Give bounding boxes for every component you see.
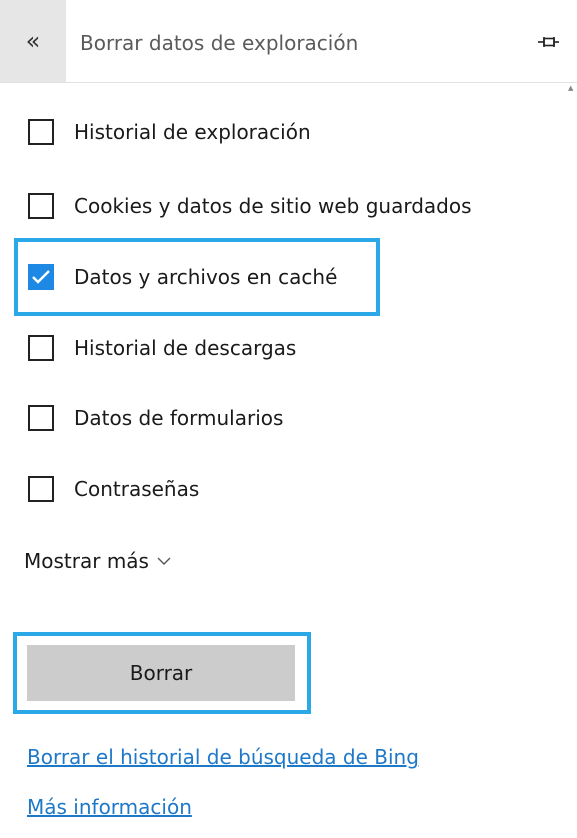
checkbox[interactable]: [28, 405, 54, 431]
more-info-link[interactable]: Más información: [27, 795, 192, 819]
show-more-toggle[interactable]: Mostrar más: [24, 545, 171, 577]
option-download-history[interactable]: Historial de descargas: [28, 332, 548, 364]
show-more-label: Mostrar más: [24, 549, 149, 573]
checkbox[interactable]: [28, 119, 54, 145]
pin-button[interactable]: [532, 28, 566, 56]
option-label: Contraseñas: [74, 477, 200, 501]
option-cached-files[interactable]: Datos y archivos en caché: [28, 261, 548, 293]
double-chevron-left-icon: «: [25, 27, 41, 55]
checkbox[interactable]: [28, 335, 54, 361]
option-cookies[interactable]: Cookies y datos de sitio web guardados: [28, 190, 548, 222]
chevron-down-icon: [157, 557, 171, 565]
back-button[interactable]: «: [0, 0, 66, 82]
checkbox[interactable]: [28, 476, 54, 502]
option-passwords[interactable]: Contraseñas: [28, 473, 548, 505]
panel-header: « Borrar datos de exploración: [0, 0, 577, 83]
option-label: Datos de formularios: [74, 406, 284, 430]
option-browsing-history[interactable]: Historial de exploración: [28, 116, 548, 148]
checkbox[interactable]: [28, 193, 54, 219]
clear-bing-history-link[interactable]: Borrar el historial de búsqueda de Bing: [27, 745, 419, 769]
pin-icon: [538, 37, 559, 47]
option-label: Historial de descargas: [74, 336, 297, 360]
clear-button[interactable]: Borrar: [27, 645, 295, 701]
option-label: Cookies y datos de sitio web guardados: [74, 194, 472, 218]
scroll-up-arrow[interactable]: ▲: [568, 84, 576, 92]
checkbox-checked[interactable]: [28, 264, 54, 290]
option-label: Historial de exploración: [74, 120, 311, 144]
option-form-data[interactable]: Datos de formularios: [28, 402, 548, 434]
option-label: Datos y archivos en caché: [74, 265, 338, 289]
clear-browsing-data-panel: « Borrar datos de exploración ▲ Historia…: [0, 0, 577, 838]
checkmark-icon: [32, 270, 50, 284]
panel-title: Borrar datos de exploración: [80, 31, 359, 55]
